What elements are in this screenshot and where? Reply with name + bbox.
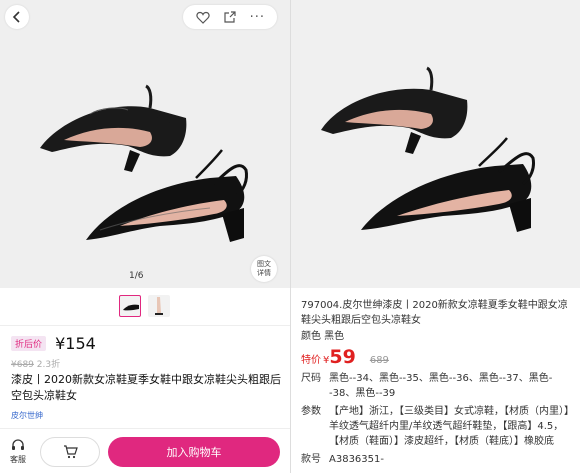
sku-key: 款号 bbox=[301, 454, 321, 465]
share-button[interactable] bbox=[219, 6, 241, 28]
customer-service-button[interactable]: 客服 bbox=[7, 439, 29, 465]
add-to-cart-button[interactable]: 加入购物车 bbox=[108, 437, 280, 467]
product-info-card: 797004.皮尔世绅漆皮丨2020新款女凉鞋夏季女鞋中跟女凉鞋尖头粗跟后空包头… bbox=[290, 0, 580, 473]
thumbnail-shoe-image bbox=[123, 304, 139, 311]
image-text-detail-button[interactable]: 图文 详情 bbox=[251, 256, 277, 282]
price-block: 折后价 ¥154 ¥689 2.3折 bbox=[11, 333, 281, 370]
detail-chip-line1: 图文 bbox=[257, 260, 271, 268]
cart-icon bbox=[63, 445, 78, 459]
special-price-label: 特价 bbox=[301, 355, 321, 366]
special-price-row: 特价 ¥ 59 689 bbox=[301, 346, 575, 368]
size-value: 黑色--34、黑色--35、黑色--36、黑色--37、黑色--38、黑色--3… bbox=[329, 373, 553, 399]
back-button[interactable] bbox=[5, 5, 29, 29]
brand-link[interactable]: 皮尔世绅 bbox=[11, 410, 43, 421]
sku-value: A3836351- bbox=[329, 454, 384, 465]
bottom-action-bar: 客服 加入购物车 bbox=[0, 428, 290, 473]
more-button[interactable]: ··· bbox=[246, 6, 268, 28]
param-key: 参数 bbox=[301, 406, 321, 417]
sku-row: 款号 A3836351- bbox=[301, 452, 575, 467]
product-image-carousel[interactable] bbox=[0, 0, 290, 288]
chevron-left-icon bbox=[12, 11, 20, 23]
more-icon: ··· bbox=[249, 9, 266, 25]
shoes-photo bbox=[40, 84, 248, 242]
current-price: ¥154 bbox=[55, 334, 96, 353]
thumbnail[interactable] bbox=[148, 295, 170, 317]
share-icon bbox=[224, 10, 237, 23]
old-price: 689 bbox=[369, 355, 389, 366]
product-title: 漆皮丨2020新款女凉鞋夏季女鞋中跟女凉鞋尖头粗跟后空包头凉鞋女 bbox=[11, 373, 281, 402]
special-price: 59 bbox=[329, 346, 356, 368]
spec-title: 797004.皮尔世绅漆皮丨2020新款女凉鞋夏季女鞋中跟女凉鞋尖头粗跟后空包头… bbox=[301, 300, 568, 326]
cart-button[interactable] bbox=[40, 437, 100, 467]
image-pager: 1/6 bbox=[129, 271, 144, 281]
sku-thumbnails bbox=[0, 288, 290, 326]
discount-label: 2.3折 bbox=[36, 360, 61, 370]
size-key: 尺码 bbox=[301, 373, 321, 384]
thumbnail-selected[interactable] bbox=[119, 295, 141, 317]
original-price: ¥689 bbox=[11, 360, 34, 370]
product-image bbox=[291, 0, 580, 288]
headset-icon bbox=[12, 439, 24, 450]
header-actions: ··· bbox=[183, 5, 277, 29]
detail-chip-line2: 详情 bbox=[257, 269, 271, 277]
favorite-button[interactable] bbox=[192, 6, 214, 28]
heart-icon bbox=[196, 11, 210, 24]
thumbnail-leg-image bbox=[155, 297, 163, 315]
promo-tag: 折后价 bbox=[11, 336, 47, 351]
param-value: 【产地】浙江，【三级类目】女式凉鞋，【材质（内里）】羊纹透气超纤内里/羊纹透气超… bbox=[329, 406, 574, 447]
shoes-photo bbox=[321, 66, 535, 232]
color-line: 颜色 黑色 bbox=[301, 331, 345, 342]
size-row: 尺码 黑色--34、黑色--35、黑色--36、黑色--37、黑色--38、黑色… bbox=[301, 371, 575, 401]
param-row: 参数 【产地】浙江，【三级类目】女式凉鞋，【材质（内里）】羊纹透气超纤内里/羊纹… bbox=[301, 404, 575, 449]
product-detail-screen: ··· 1/6 图文 详情 折后价 ¥154 ¥689 2.3折 漆皮丨2020… bbox=[0, 0, 290, 473]
service-label: 客服 bbox=[10, 455, 26, 464]
product-specs: 797004.皮尔世绅漆皮丨2020新款女凉鞋夏季女鞋中跟女凉鞋尖头粗跟后空包头… bbox=[301, 298, 575, 467]
